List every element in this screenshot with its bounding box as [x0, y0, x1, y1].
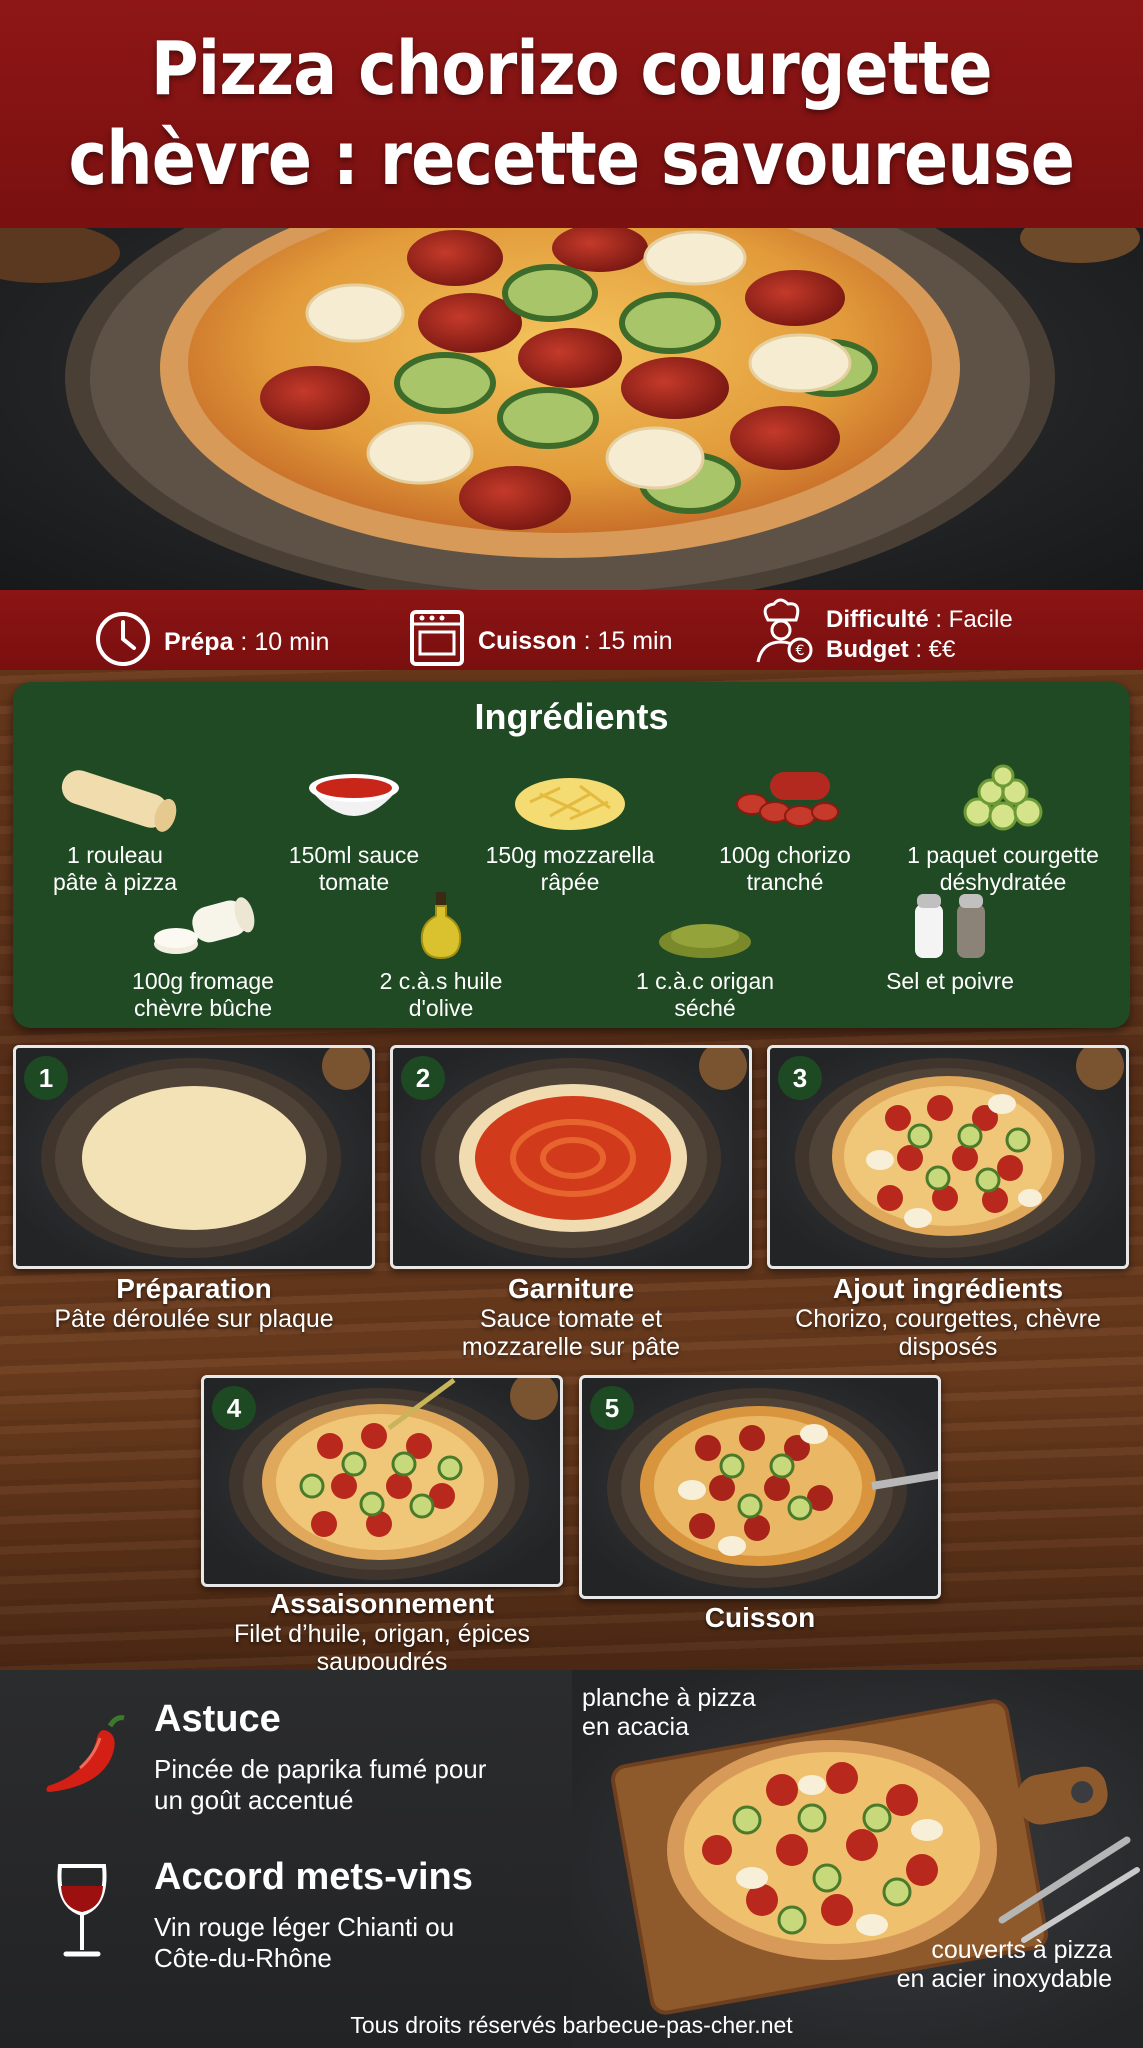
board-callout: planche à pizza en acacia [582, 1684, 756, 1742]
recipe-info-bar: Prépa : 10 min Cuisson : 15 min € Diffic… [0, 590, 1143, 670]
oregano-icon [595, 890, 815, 960]
chef-icon: € [748, 598, 814, 671]
step-2-photo: 2 [390, 1045, 752, 1269]
tomato-sauce-bowl-icon [244, 754, 464, 834]
step-number: 4 [212, 1386, 256, 1430]
step-2-caption: Garniture Sauce tomate et mozzarelle sur… [390, 1273, 752, 1361]
goat-cheese-icon [93, 890, 313, 960]
ingredient-line-2: séché [674, 995, 736, 1021]
ingredient-line-1: 150g mozzarella [485, 842, 655, 868]
board-callout-line-1: planche à pizza [582, 1684, 756, 1712]
step-title: Cuisson [704, 1602, 816, 1633]
page-title: Pizza chorizo courgette chèvre : recette… [68, 24, 1075, 204]
difficulty-budget: € Difficulté : Facile Budget : €€ [748, 598, 1013, 671]
ingredient-line-2: d'olive [408, 995, 474, 1021]
step-1-caption: Préparation Pâte déroulée sur plaque [13, 1273, 375, 1333]
budget-value: : €€ [908, 635, 956, 663]
cutlery-callout-line-1: couverts à pizza [931, 1936, 1112, 1964]
step-4-caption: Assaisonnement Filet d’huile, origan, ép… [201, 1588, 563, 1676]
cook-value: : 15 min [576, 627, 673, 655]
step-1-photo: 1 [13, 1045, 375, 1269]
ingredients-title: Ingrédients [474, 696, 669, 737]
ingredient-line-1: 100g fromage [132, 968, 274, 994]
svg-text:€: € [796, 643, 805, 659]
cutlery-callout: couverts à pizza en acier inoxydable [672, 1936, 1112, 1994]
board-callout-line-2: en acacia [582, 1713, 690, 1741]
step-desc-line-1: Pâte déroulée sur plaque [54, 1305, 334, 1333]
olive-oil-icon [331, 890, 551, 960]
footer-copyright: Tous droits réservés barbecue-pas-cher.n… [350, 2012, 793, 2038]
step-5-caption: Cuisson [579, 1602, 941, 1634]
serving-photo: planche à pizza en acacia couverts à piz… [572, 1670, 1143, 2048]
step-desc-line-1: Chorizo, courgettes, chèvre [795, 1305, 1101, 1333]
ingredient-line-2: chèvre bûche [133, 995, 273, 1021]
prep-value: : 10 min [233, 628, 330, 656]
dough-roll-icon [5, 754, 225, 834]
difficulty-label: Difficulté [826, 605, 929, 633]
cutlery-callout-line-2: en acier inoxydable [896, 1965, 1112, 1993]
step-desc-line-2: disposés [898, 1333, 998, 1361]
chili-pepper-icon [40, 1712, 130, 1807]
tip-line-1: Pincée de paprika fumé pour [154, 1754, 487, 1784]
ingredients-panel: Ingrédients 1 rouleau pâte à pizza 150ml… [13, 682, 1130, 1028]
ingredient-item: 150g mozzarella râpée [460, 754, 680, 896]
wine-glass-icon [52, 1862, 112, 1967]
ingredient-line-1: Sel et poivre [886, 968, 1014, 994]
ingredient-line-1: 1 rouleau [67, 842, 163, 868]
step-4-photo: 4 [201, 1375, 563, 1587]
step-title: Assaisonnement [269, 1588, 495, 1619]
title-line-1: Pizza chorizo courgette [151, 26, 993, 112]
ingredient-item: Sel et poivre [840, 890, 1060, 995]
title-line-2: chèvre : recette savoureuse [68, 116, 1075, 202]
cook-time: Cuisson : 15 min [408, 608, 673, 675]
cook-label: Cuisson [478, 627, 577, 655]
ingredient-item: 100g fromage chèvre bûche [93, 890, 313, 1022]
prep-label: Prépa [164, 628, 234, 656]
step-number: 2 [401, 1056, 445, 1100]
ingredient-line-1: 150ml sauce [288, 842, 420, 868]
ingredient-item: 150ml sauce tomate [244, 754, 464, 896]
wine-text: Vin rouge léger Chianti ou Côte-du-Rhône [154, 1912, 454, 1974]
tip-line-2: un goût accentué [154, 1785, 354, 1815]
step-desc-line-1: Sauce tomate et [479, 1305, 663, 1333]
chorizo-icon [675, 754, 895, 834]
wine-line-1: Vin rouge léger Chianti ou [154, 1912, 455, 1942]
step-title: Ajout ingrédients [832, 1273, 1064, 1304]
oven-icon [408, 608, 466, 675]
zucchini-icon [893, 754, 1113, 834]
ingredient-line-1: 1 c.à.c origan [635, 968, 775, 994]
salt-pepper-icon [840, 890, 1060, 960]
step-number: 5 [590, 1386, 634, 1430]
step-desc-line-1: Filet d’huile, origan, épices [234, 1620, 530, 1648]
budget-label: Budget [826, 635, 909, 663]
clock-icon [94, 610, 152, 675]
step-number: 3 [778, 1056, 822, 1100]
page-header: Pizza chorizo courgette chèvre : recette… [0, 0, 1143, 228]
ingredient-line-1: 1 paquet courgette [907, 842, 1099, 868]
wine-title: Accord mets-vins [154, 1856, 473, 1898]
step-title: Garniture [507, 1273, 635, 1304]
grated-cheese-icon [460, 754, 680, 834]
step-5-photo: 5 [579, 1375, 941, 1599]
tip-title: Astuce [154, 1698, 281, 1740]
hero-pizza-photo [0, 228, 1143, 590]
ingredient-item: 1 paquet courgette déshydratée [893, 754, 1113, 896]
step-3-caption: Ajout ingrédients Chorizo, courgettes, c… [767, 1273, 1129, 1361]
ingredient-line-1: 2 c.à.s huile [379, 968, 503, 994]
wine-line-2: Côte-du-Rhône [154, 1943, 332, 1973]
tip-text: Pincée de paprika fumé pour un goût acce… [154, 1754, 486, 1816]
step-desc-line-2: mozzarelle sur pâte [461, 1333, 681, 1361]
step-3-photo: 3 [767, 1045, 1129, 1269]
ingredient-item: 2 c.à.s huile d'olive [331, 890, 551, 1022]
difficulty-value: : Facile [928, 605, 1013, 633]
step-title: Préparation [116, 1273, 272, 1304]
ingredient-item: 1 c.à.c origan séché [595, 890, 815, 1022]
ingredient-item: 100g chorizo tranché [675, 754, 895, 896]
tips-panel: Astuce Pincée de paprika fumé pour un go… [0, 1670, 572, 2048]
ingredient-line-1: 100g chorizo [719, 842, 851, 868]
step-number: 1 [24, 1056, 68, 1100]
prep-time: Prépa : 10 min [94, 610, 329, 675]
ingredient-item: 1 rouleau pâte à pizza [5, 754, 225, 896]
